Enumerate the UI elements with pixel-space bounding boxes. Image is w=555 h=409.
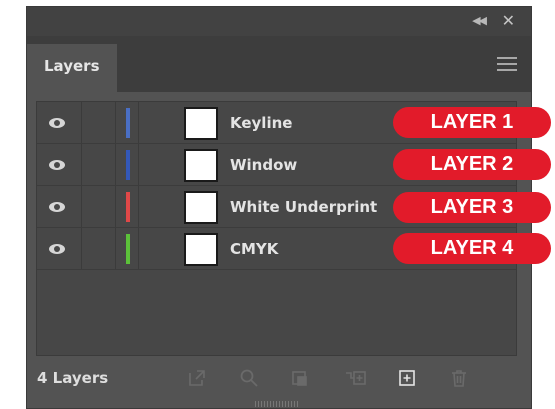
make-clipping-mask-icon[interactable]	[289, 368, 311, 388]
layer-thumbnail	[184, 191, 218, 224]
layer-name[interactable]: Window	[230, 156, 297, 174]
locate-object-icon[interactable]	[238, 368, 260, 388]
export-icon[interactable]	[187, 368, 209, 388]
tab-row: Layers	[27, 36, 531, 92]
visibility-eye-icon[interactable]	[49, 244, 65, 254]
collapse-icon[interactable]: ◀◀	[472, 14, 487, 27]
visibility-eye-icon[interactable]	[49, 202, 65, 212]
layer-color-bar	[126, 108, 130, 138]
layer-color-bar	[126, 234, 130, 264]
layer-color-bar	[126, 192, 130, 222]
close-icon[interactable]: ✕	[502, 11, 515, 30]
create-new-layer-icon[interactable]	[396, 368, 418, 388]
panel-titlebar: ◀◀ ✕	[27, 7, 531, 36]
callout-layer-2: LAYER 2	[393, 149, 551, 180]
delete-icon[interactable]	[448, 368, 470, 388]
layer-thumbnail	[184, 107, 218, 140]
layer-thumbnail	[184, 233, 218, 266]
layer-name[interactable]: White Underprint	[230, 198, 377, 216]
layer-name[interactable]: CMYK	[230, 240, 278, 258]
resize-grip[interactable]	[255, 401, 299, 407]
callout-layer-4: LAYER 4	[393, 233, 551, 264]
panel-menu-icon[interactable]	[497, 57, 517, 75]
layer-thumbnail	[184, 149, 218, 182]
callout-layer-1: LAYER 1	[393, 107, 551, 138]
callout-layer-3: LAYER 3	[393, 192, 551, 223]
layers-list: Keyline Window White Underprint CMYK	[36, 101, 517, 356]
layer-name[interactable]: Keyline	[230, 114, 292, 132]
visibility-eye-icon[interactable]	[49, 118, 65, 128]
visibility-eye-icon[interactable]	[49, 160, 65, 170]
create-sublayer-icon[interactable]	[344, 368, 366, 388]
tab-layers[interactable]: Layers	[27, 44, 117, 92]
layer-color-bar	[126, 150, 130, 180]
layer-count: 4 Layers	[37, 369, 109, 387]
